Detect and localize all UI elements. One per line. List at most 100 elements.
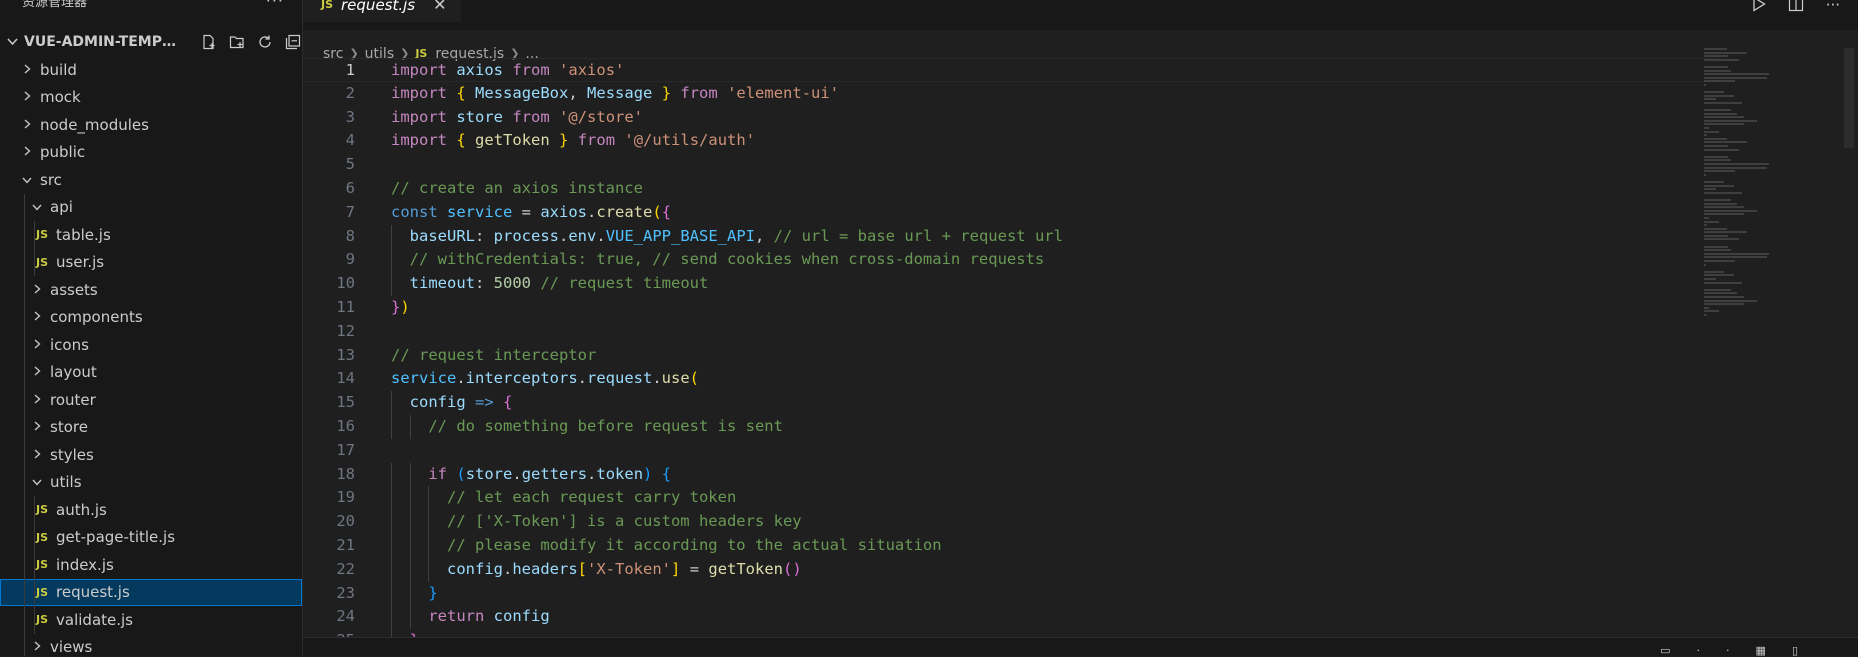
split-editor-icon[interactable] [1788,0,1804,16]
folder-item-layout[interactable]: layout [0,358,302,386]
code-line[interactable]: 15 config => { [303,391,1718,415]
file-item-index-js[interactable]: JS index.js [0,551,302,579]
code-line[interactable]: 2 import { MessageBox, Message } from 'el… [303,82,1718,106]
folder-item-assets[interactable]: assets [0,276,302,304]
indent-guide [391,391,392,415]
chevron-right-icon [20,118,34,132]
code-token: service [391,369,457,388]
tab-label: request.js [341,0,416,14]
indent-guide [24,441,25,469]
panel-icon[interactable]: · [1726,644,1730,657]
indent-guide [391,272,392,296]
folder-item-store[interactable]: store [0,413,302,441]
code-line[interactable]: 1 import axios from 'axios' [303,58,1718,82]
indent-guide [24,606,25,634]
indent-guide [24,221,25,249]
code-token: headers [512,559,578,578]
code-line[interactable]: 3 import store from '@/store' [303,106,1718,130]
run-icon[interactable] [1752,0,1766,16]
chevron-down-icon [20,173,34,187]
code-line[interactable]: 6 // create an axios instance [303,177,1718,201]
code-token: timeout [409,274,475,293]
layout-icon[interactable]: ▦ [1756,644,1766,657]
js-file-icon: JS [36,503,49,517]
folder-item-utils[interactable]: utils [0,468,302,496]
more-actions-icon[interactable]: ··· [1826,0,1840,16]
folder-item-components[interactable]: components [0,303,302,331]
code-line[interactable]: 8 baseURL: process.env.VUE_APP_BASE_API,… [303,224,1718,249]
code-line[interactable]: 22 config.headers['X-Token'] = getToken(… [303,557,1718,582]
code-line[interactable]: 12 [303,320,1718,344]
minimap-line [1704,213,1744,216]
more-actions-icon[interactable]: ··· [266,0,284,9]
code-token: . [456,369,466,388]
code-text: const service = axios.create({ [375,201,671,225]
minimap-line [1704,109,1731,112]
folder-item-icons[interactable]: icons [0,331,302,359]
code-line[interactable]: 13 // request interceptor [303,344,1718,368]
code-line[interactable]: 14 service.interceptors.request.use( [303,367,1718,391]
folder-item-router[interactable]: router [0,386,302,414]
code-line[interactable]: 10 timeout: 5000 // request timeout [303,272,1718,296]
new-folder-icon[interactable] [228,33,246,51]
code-text: baseURL: process.env.VUE_APP_BASE_API, /… [375,224,1063,249]
file-item-table-js[interactable]: JS table.js [0,221,302,249]
code-token: interceptors [465,369,578,388]
folder-item-public[interactable]: public [0,139,302,167]
file-item-get-page-title-js[interactable]: JS get-page-title.js [0,523,302,551]
file-item-user-js[interactable]: JS user.js [0,248,302,276]
code-token: request [587,369,653,388]
minimap-line [1704,238,1740,241]
minimap-line [1704,137,1727,140]
vertical-scrollbar[interactable] [1844,48,1854,148]
code-token: VUE_APP_BASE_API [605,226,755,245]
code-line[interactable]: 4 import { getToken } from '@/utils/auth' [303,129,1718,153]
refresh-icon[interactable] [256,33,274,51]
panel-icon[interactable]: · [1697,644,1701,657]
code-editor[interactable]: 1 import axios from 'axios' 2 import { Mess… [303,58,1718,638]
close-icon[interactable]: ✕ [433,0,446,14]
collapse-all-icon[interactable] [284,33,302,51]
code-line[interactable]: 11}) [303,296,1718,320]
tab-request-js[interactable]: JS request.js ✕ [303,0,461,22]
explorer-header: 资源管理器 ··· [0,0,302,10]
folder-item-styles[interactable]: styles [0,441,302,469]
code-line[interactable]: 19 // let each request carry token [303,486,1718,511]
minimap-line [1704,55,1729,58]
code-line[interactable]: 16 // do something before request is sen… [303,414,1718,439]
folder-item-src[interactable]: src [0,166,302,194]
folder-item-views[interactable]: views [0,633,302,656]
folder-item-api[interactable]: api [0,193,302,221]
code-token: { [503,393,513,412]
line-number: 2 [345,83,355,102]
file-item-auth-js[interactable]: JS auth.js [0,496,302,524]
file-item-request-js[interactable]: JS request.js [0,578,302,606]
code-token: } [391,297,401,316]
minimap-line [1704,130,1720,133]
code-line[interactable]: 17 [303,439,1718,463]
minimap[interactable] [1704,48,1774,316]
code-line[interactable]: 23 } [303,581,1718,606]
js-file-icon: JS [36,228,49,242]
minimap-line [1704,209,1758,212]
code-line[interactable]: 9 // withCredentials: true, // send cook… [303,248,1718,273]
code-line[interactable]: 18 if (store.getters.token) { [303,462,1718,487]
panel-icon[interactable]: ▭ [1660,644,1670,657]
project-section-header[interactable]: VUE-ADMIN-TEMPLAT... [0,28,302,56]
code-token: } [428,583,438,602]
folder-item-node-modules[interactable]: node_modules [0,111,302,139]
trash-icon[interactable]: ▯ [1792,644,1798,657]
code-line[interactable]: 21 // please modify it according to the … [303,533,1718,558]
code-line[interactable]: 20 // ['X-Token'] is a custom headers ke… [303,510,1718,534]
tree-item-label: api [50,198,73,217]
folder-item-build[interactable]: build [0,56,302,84]
code-line[interactable]: 7 const service = axios.create({ [303,201,1718,225]
folder-item-mock[interactable]: mock [0,84,302,112]
code-line[interactable]: 24 return config [303,605,1718,630]
file-item-validate-js[interactable]: JS validate.js [0,606,302,634]
minimap-line [1704,58,1740,61]
new-file-icon[interactable] [200,33,218,51]
code-line[interactable]: 5 [303,153,1718,177]
